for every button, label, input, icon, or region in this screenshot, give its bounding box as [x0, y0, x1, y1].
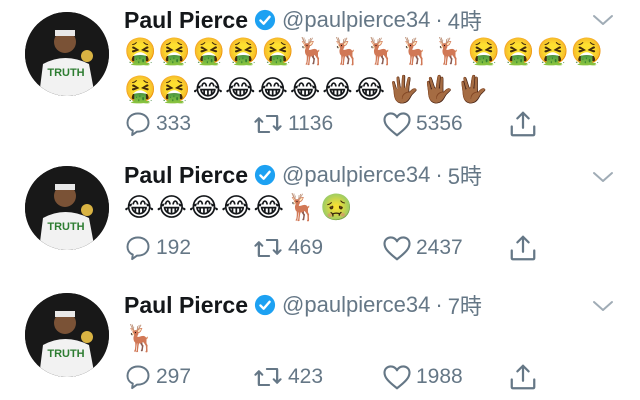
tweet[interactable]: TRUTH Paul Pierce @paulpierce34 · 5時 😂😂😂…	[0, 160, 640, 275]
chevron-down-icon[interactable]	[592, 170, 614, 184]
tweet-text: 🦌	[124, 319, 614, 357]
display-name[interactable]: Paul Pierce	[124, 7, 248, 34]
avatar-image: TRUTH	[25, 166, 109, 250]
like-button[interactable]: 2437	[382, 231, 463, 265]
reply-icon	[126, 112, 150, 137]
retweet-button[interactable]: 423	[252, 360, 323, 394]
tweet[interactable]: TRUTH Paul Pierce @paulpierce34 · 7時 🦌 2…	[0, 289, 640, 400]
share-button[interactable]	[508, 360, 538, 394]
display-name[interactable]: Paul Pierce	[124, 292, 248, 319]
heart-icon	[383, 236, 411, 261]
avatar[interactable]: TRUTH	[25, 166, 109, 250]
avatar-image: TRUTH	[25, 293, 109, 377]
retweet-count: 469	[288, 236, 324, 259]
user-handle[interactable]: @paulpierce34	[282, 7, 430, 33]
share-button[interactable]	[508, 231, 538, 265]
share-icon	[510, 111, 536, 137]
reply-count: 297	[156, 365, 192, 388]
chevron-down-icon[interactable]	[592, 13, 614, 27]
retweet-count: 1136	[288, 112, 334, 135]
tweet-actions: 297 423 1988	[124, 360, 604, 394]
avatar-shirt-text: TRUTH	[47, 221, 84, 233]
heart-icon	[383, 112, 411, 137]
share-icon	[510, 364, 536, 390]
reply-count: 192	[156, 236, 192, 259]
tweet-text-line: 😂😂😂😂😂🦌🤢	[124, 192, 355, 222]
reply-icon	[126, 236, 150, 261]
retweet-icon	[254, 367, 282, 387]
tweet-text-line: 🤮🤮🤮🤮🤮🦌🦌🦌🦌🦌🤮🤮🤮🤮	[124, 36, 606, 66]
reply-button[interactable]: 297	[124, 360, 191, 394]
verified-badge-icon	[254, 294, 276, 316]
separator-dot: ·	[435, 162, 443, 187]
like-button[interactable]: 5356	[382, 107, 463, 141]
timestamp[interactable]: 5時	[448, 159, 482, 191]
tweet-actions: 333 1136 5356	[124, 107, 604, 141]
avatar[interactable]: TRUTH	[25, 12, 109, 96]
separator-dot: ·	[435, 7, 443, 32]
like-button[interactable]: 1988	[382, 360, 463, 394]
tweet-text: 🤮🤮🤮🤮🤮🦌🦌🦌🦌🦌🤮🤮🤮🤮 🤮🤮😂😂😂😂😂😂🖐🏾🖖🏾🖖🏾	[124, 32, 614, 108]
retweet-icon	[254, 114, 282, 134]
share-button[interactable]	[508, 107, 538, 141]
timestamp[interactable]: 7時	[448, 289, 482, 321]
separator-dot: ·	[435, 292, 443, 317]
tweet[interactable]: TRUTH Paul Pierce @paulpierce34 · 4時 🤮🤮🤮…	[0, 0, 640, 150]
like-count: 5356	[416, 112, 463, 135]
like-count: 2437	[416, 236, 463, 259]
reply-count: 333	[156, 112, 192, 135]
avatar-image: TRUTH	[25, 12, 109, 96]
tweet-text: 😂😂😂😂😂🦌🤢	[124, 188, 614, 226]
retweet-button[interactable]: 1136	[252, 107, 333, 141]
reply-button[interactable]: 192	[124, 231, 191, 265]
share-icon	[510, 235, 536, 261]
user-handle[interactable]: @paulpierce34	[282, 292, 430, 318]
avatar-shirt-text: TRUTH	[47, 348, 84, 360]
heart-icon	[383, 365, 411, 390]
reply-button[interactable]: 333	[124, 107, 191, 141]
avatar[interactable]: TRUTH	[25, 293, 109, 377]
user-handle[interactable]: @paulpierce34	[282, 162, 430, 188]
retweet-icon	[254, 238, 282, 258]
verified-badge-icon	[254, 164, 276, 186]
like-count: 1988	[416, 365, 463, 388]
tweet-text-line: 🤮🤮😂😂😂😂😂😂🖐🏾🖖🏾🖖🏾	[124, 74, 491, 104]
tweet-text-line: 🦌	[124, 323, 159, 353]
verified-badge-icon	[254, 9, 276, 31]
retweet-count: 423	[288, 365, 324, 388]
chevron-down-icon[interactable]	[592, 299, 614, 313]
retweet-button[interactable]: 469	[252, 231, 323, 265]
tweet-actions: 192 469 2437	[124, 231, 604, 265]
reply-icon	[126, 365, 150, 390]
avatar-shirt-text: TRUTH	[47, 67, 84, 79]
display-name[interactable]: Paul Pierce	[124, 162, 248, 189]
